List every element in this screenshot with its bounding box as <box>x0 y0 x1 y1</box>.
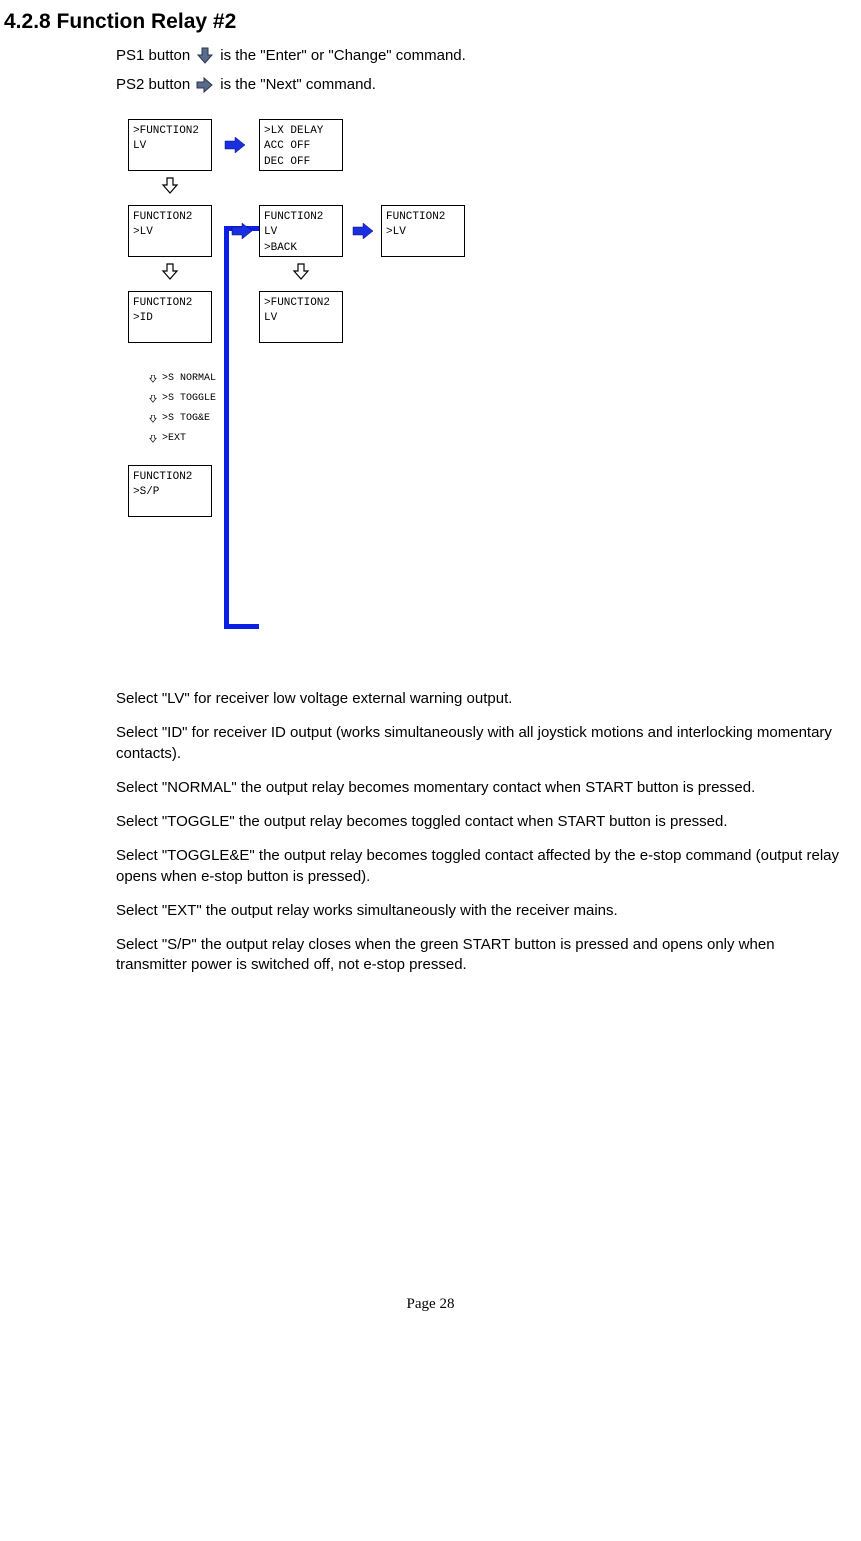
menu-box-function2-lv2: FUNCTION2 >LV <box>381 205 465 257</box>
paragraph-ext: Select "EXT" the output relay works simu… <box>116 901 843 921</box>
box-line: >FUNCTION2 <box>133 124 209 139</box>
arrow-right-icon <box>351 221 375 241</box>
ps2-line: PS2 button is the "Next" command. <box>116 71 861 100</box>
flow-diagram: >FUNCTION2 LV >LX DELAY ACC OFF DEC OFF … <box>128 119 548 649</box>
sub-text: >S NORMAL <box>162 372 216 386</box>
paragraph-toggle: Select "TOGGLE" the output relay becomes… <box>116 812 843 832</box>
sub-option-normal: >S NORMAL <box>148 369 242 389</box>
paragraph-toggle-e: Select "TOGGLE&E" the output relay becom… <box>116 846 843 887</box>
box-line: >LV <box>386 225 462 240</box>
tiny-down-icon <box>148 414 158 424</box>
sub-option-ext: >EXT <box>148 429 242 449</box>
menu-box-function2-back: FUNCTION2 LV >BACK <box>259 205 343 257</box>
box-line: FUNCTION2 <box>133 296 209 311</box>
sub-option-toge: >S TOG&E <box>148 409 242 429</box>
tiny-down-icon <box>148 374 158 384</box>
menu-box-function2-lv: >FUNCTION2 LV <box>128 119 212 171</box>
box-line: >S/P <box>133 485 209 500</box>
arrow-right-icon <box>230 221 254 241</box>
box-line: >LV <box>133 225 209 240</box>
ps1-line: PS1 button is the "Enter" or "Change" co… <box>116 42 861 71</box>
box-line: >BACK <box>264 241 340 256</box>
box-line: LV <box>264 311 340 326</box>
tiny-down-icon <box>148 434 158 444</box>
paragraph-sp: Select "S/P" the output relay closes whe… <box>116 935 843 976</box>
tiny-down-icon <box>148 394 158 404</box>
sub-text: >S TOGGLE <box>162 392 216 406</box>
arrow-down-outline-icon <box>160 261 180 283</box>
body-text: Select "LV" for receiver low voltage ext… <box>0 689 861 976</box>
box-line: LV <box>133 139 209 154</box>
arrow-right-icon <box>223 135 247 155</box>
box-line: DEC OFF <box>264 155 340 170</box>
menu-box-function2-lv3: >FUNCTION2 LV <box>259 291 343 343</box>
box-line: FUNCTION2 <box>264 210 340 225</box>
down-arrow-icon <box>195 47 215 65</box>
page-number: Page 28 <box>0 1296 861 1313</box>
intro-block: PS1 button is the "Enter" or "Change" co… <box>0 42 861 99</box>
ps1-post-text: is the "Enter" or "Change" command. <box>220 42 466 71</box>
menu-box-function2-lv-sel: FUNCTION2 >LV <box>128 205 212 257</box>
box-line: FUNCTION2 <box>133 470 209 485</box>
box-line: >FUNCTION2 <box>264 296 340 311</box>
ps1-pre-text: PS1 button <box>116 42 190 71</box>
arrow-down-outline-icon <box>160 175 180 197</box>
box-line: LV <box>264 225 340 240</box>
arrow-down-outline-icon <box>291 261 311 283</box>
ps2-pre-text: PS2 button <box>116 71 190 100</box>
box-line: ACC OFF <box>264 139 340 154</box>
ps2-post-text: is the "Next" command. <box>220 71 376 100</box>
box-line: >LX DELAY <box>264 124 340 139</box>
box-line: FUNCTION2 <box>133 210 209 225</box>
menu-box-lxdelay: >LX DELAY ACC OFF DEC OFF <box>259 119 343 171</box>
sub-text: >S TOG&E <box>162 412 210 426</box>
sub-option-toggle: >S TOGGLE <box>148 389 242 409</box>
box-line: >ID <box>133 311 209 326</box>
right-arrow-icon <box>195 76 215 94</box>
menu-box-function2-id: FUNCTION2 >ID <box>128 291 212 343</box>
paragraph-id: Select "ID" for receiver ID output (work… <box>116 723 843 764</box>
menu-box-function2-sp: FUNCTION2 >S/P <box>128 465 212 517</box>
paragraph-lv: Select "LV" for receiver low voltage ext… <box>116 689 843 709</box>
sub-text: >EXT <box>162 432 186 446</box>
sub-options-list: >S NORMAL >S TOGGLE >S TOG&E >EXT <box>148 369 242 449</box>
section-heading: 4.2.8 Function Relay #2 <box>0 10 861 34</box>
box-line: FUNCTION2 <box>386 210 462 225</box>
blue-connector <box>224 624 259 629</box>
paragraph-normal: Select "NORMAL" the output relay becomes… <box>116 778 843 798</box>
